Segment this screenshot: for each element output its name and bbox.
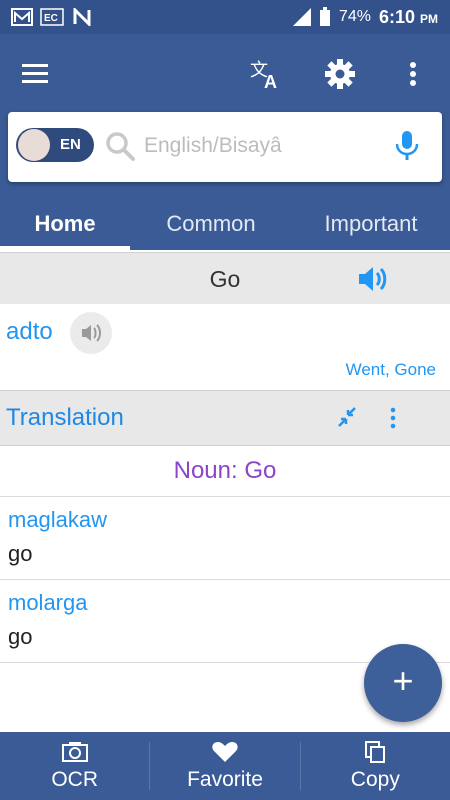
favorite-label: Favorite <box>187 768 263 791</box>
toggle-label: EN <box>60 136 81 153</box>
svg-text:A: A <box>264 72 277 92</box>
bottom-bar: OCR Favorite Copy <box>0 732 450 800</box>
translation-more-icon[interactable] <box>384 405 402 431</box>
plus-icon: + <box>392 660 414 701</box>
favorite-button[interactable]: Favorite <box>150 732 299 800</box>
mic-icon[interactable] <box>392 128 422 164</box>
tab-bar: Home Common Important <box>0 198 450 250</box>
copy-label: Copy <box>350 768 400 791</box>
ocr-label: OCR <box>51 768 98 791</box>
search-area: EN <box>0 112 450 198</box>
settings-icon[interactable] <box>322 56 358 92</box>
language-toggle[interactable]: EN <box>16 128 94 162</box>
signal-icon <box>292 8 311 26</box>
translation-title: Translation <box>6 404 124 431</box>
entry-english: go <box>8 541 33 566</box>
camera-icon <box>61 740 89 764</box>
result-speaker-icon[interactable] <box>70 312 112 354</box>
add-fab-button[interactable]: + <box>364 644 442 722</box>
result-term[interactable]: adto <box>6 318 53 346</box>
tab-home[interactable]: Home <box>0 198 130 250</box>
search-input[interactable] <box>142 128 376 164</box>
result-card: adto Went, Gone <box>0 304 450 390</box>
verb-forms: Went, Gone <box>345 360 436 379</box>
query-row: Go <box>0 252 450 305</box>
gmail-icon <box>10 8 34 26</box>
menu-icon[interactable] <box>18 56 54 92</box>
clock: 6:10 PM <box>379 7 438 28</box>
clock-ampm: PM <box>420 11 438 26</box>
translate-icon[interactable]: 文A <box>248 56 284 92</box>
ec-app-icon: EC <box>40 8 64 26</box>
status-bar: EC 74% 6:10 PM <box>0 0 450 34</box>
ocr-button[interactable]: OCR <box>0 732 149 800</box>
entry-english: go <box>8 624 33 649</box>
toggle-knob <box>18 129 50 161</box>
tab-common[interactable]: Common <box>130 198 292 250</box>
battery-percent: 74% <box>338 8 371 25</box>
svg-text:EC: EC <box>44 13 58 24</box>
tab-important[interactable]: Important <box>292 198 450 250</box>
translation-header: Translation <box>0 390 450 446</box>
part-of-speech: Noun: Go <box>0 446 450 497</box>
collapse-icon[interactable] <box>336 405 358 429</box>
search-icon <box>104 130 136 162</box>
speaker-icon[interactable] <box>356 263 392 295</box>
copy-icon <box>361 740 389 764</box>
copy-button[interactable]: Copy <box>301 732 450 800</box>
app-bar: 文A <box>0 34 450 116</box>
translation-entry[interactable]: maglakaw go <box>0 497 450 580</box>
heart-icon <box>211 740 239 764</box>
clock-time: 6:10 <box>378 6 415 27</box>
n-app-icon <box>70 8 94 26</box>
more-vert-icon[interactable] <box>398 56 428 92</box>
search-box: EN <box>8 112 442 182</box>
entry-bisaya: maglakaw <box>8 507 108 532</box>
entry-bisaya: molarga <box>8 590 88 615</box>
battery-icon <box>319 7 330 26</box>
